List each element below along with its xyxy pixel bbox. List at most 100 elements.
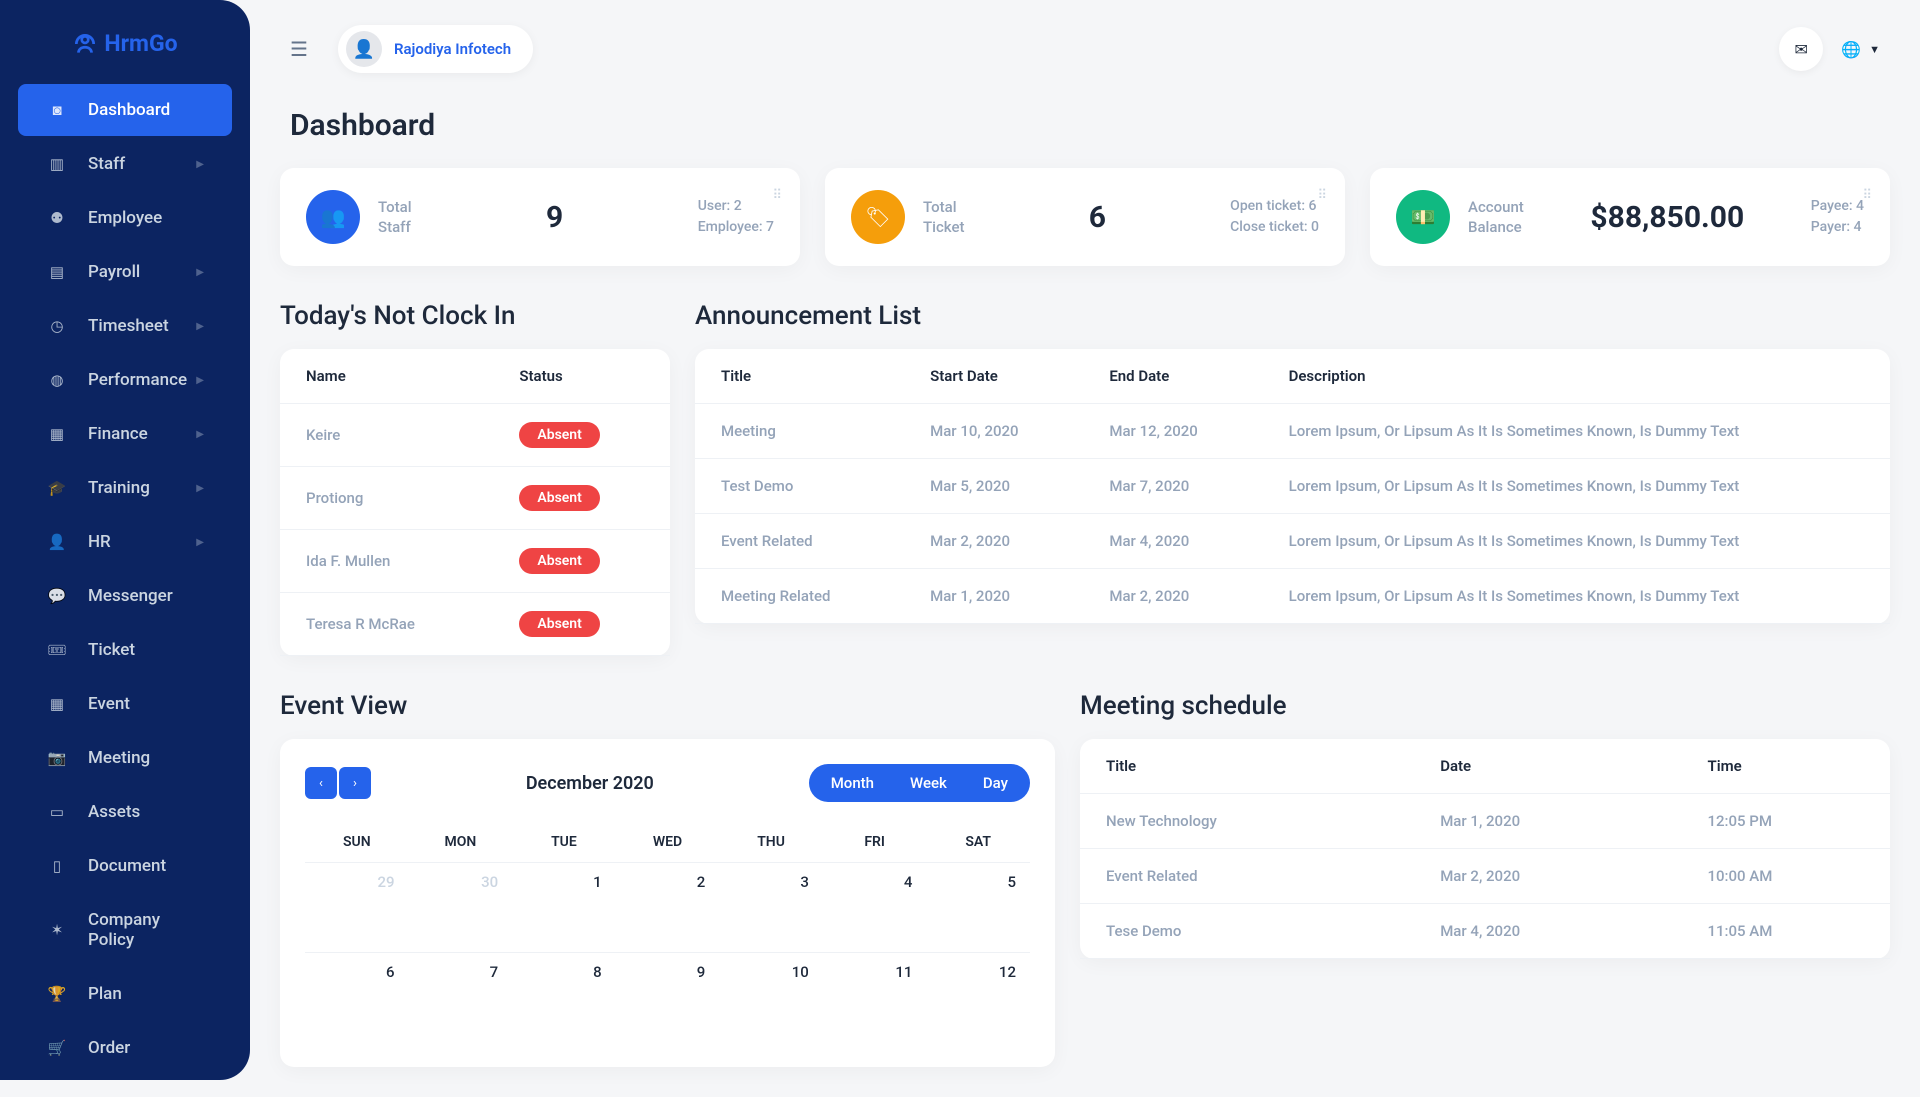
status-badge: Absent (519, 548, 599, 574)
sidebar-item-ticket[interactable]: 🎟Ticket (18, 624, 232, 676)
sidebar-item-company-policy[interactable]: ✶Company Policy (18, 894, 232, 966)
sidebar-item-assets[interactable]: ▭Assets (18, 786, 232, 838)
calendar-cell[interactable]: 3 (719, 862, 823, 952)
table-row: Teresa R McRaeAbsent (280, 593, 670, 656)
sidebar-item-finance[interactable]: ▦Finance▶ (18, 408, 232, 460)
meeting-row-time: 11:05 AM (1687, 904, 1890, 959)
calendar-cell[interactable]: 12 (926, 952, 1030, 1042)
table-row: New TechnologyMar 1, 202012:05 PM (1080, 794, 1890, 849)
announce-section-title: Announcement List (695, 301, 1890, 331)
sidebar-item-staff[interactable]: ▥Staff▶ (18, 138, 232, 190)
calendar-cell[interactable]: 8 (512, 952, 616, 1042)
sidebar-item-timesheet[interactable]: ◷Timesheet▶ (18, 300, 232, 352)
user-name: Rajodiya Infotech (394, 40, 511, 58)
calendar-cell[interactable]: 29 (305, 862, 409, 952)
drag-handle-icon[interactable]: ⠿ (772, 188, 782, 203)
calendar-cell[interactable]: 2 (616, 862, 720, 952)
stat-value: 9 (412, 200, 698, 235)
status-badge: Absent (519, 485, 599, 511)
sidebar: HrmGo ◙ Dashboard ▥Staff▶⚉Employee▤Payroll… (0, 0, 250, 1080)
calendar-day-header: MON (409, 822, 513, 862)
table-row: KeireAbsent (280, 404, 670, 467)
event-section-title: Event View (280, 691, 1055, 721)
announce-title: Test Demo (695, 459, 910, 514)
sidebar-item-document[interactable]: ▯Document (18, 840, 232, 892)
announce-end: Mar 12, 2020 (1089, 404, 1268, 459)
announce-start: Mar 10, 2020 (910, 404, 1089, 459)
nav-icon: ▭ (46, 803, 68, 821)
brand-logo[interactable]: HrmGo (0, 0, 250, 82)
calendar-cell[interactable]: 6 (305, 952, 409, 1042)
nav-icon: 🏆 (46, 985, 68, 1003)
announce-desc: Lorem Ipsum, Or Lipsum As It Is Sometime… (1269, 459, 1890, 514)
drag-handle-icon[interactable]: ⠿ (1862, 188, 1872, 203)
announce-h-end: End Date (1089, 349, 1268, 404)
clock-card: Name Status KeireAbsentProtiongAbsentIda… (280, 349, 670, 656)
sidebar-item-hr[interactable]: 👤HR▶ (18, 516, 232, 568)
clock-status: Absent (499, 467, 670, 530)
calendar-view-day[interactable]: Day (965, 770, 1026, 796)
sidebar-item-plan[interactable]: 🏆Plan (18, 968, 232, 1020)
announce-title: Meeting Related (695, 569, 910, 624)
nav-icon: ▦ (46, 425, 68, 443)
calendar-next-button[interactable]: › (339, 767, 371, 799)
status-badge: Absent (519, 422, 599, 448)
language-toggle[interactable]: 🌐 ▼ (1841, 40, 1880, 59)
announce-end: Mar 4, 2020 (1089, 514, 1268, 569)
calendar-prev-button[interactable]: ‹ (305, 767, 337, 799)
meeting-row-time: 12:05 PM (1687, 794, 1890, 849)
calendar-cell[interactable]: 1 (512, 862, 616, 952)
stat-card: ⠿ 🏷 TotalTicket 6 Open ticket: 6Close ti… (825, 168, 1345, 266)
calendar-day-header: SUN (305, 822, 409, 862)
calendar-cell[interactable]: 11 (823, 952, 927, 1042)
sidebar-item-messenger[interactable]: 💬Messenger (18, 570, 232, 622)
drag-handle-icon[interactable]: ⠿ (1317, 188, 1327, 203)
sidebar-item-order[interactable]: 🛒Order (18, 1022, 232, 1074)
calendar-cell[interactable]: 30 (409, 862, 513, 952)
mail-icon[interactable]: ✉ (1779, 27, 1823, 71)
table-row: ProtiongAbsent (280, 467, 670, 530)
sidebar-item-performance[interactable]: ◍Performance▶ (18, 354, 232, 406)
table-row: MeetingMar 10, 2020Mar 12, 2020Lorem Ips… (695, 404, 1890, 459)
stat-card: ⠿ 💵 AccountBalance $88,850.00 Payee: 4Pa… (1370, 168, 1890, 266)
menu-toggle-icon[interactable]: ☰ (290, 37, 308, 61)
announce-desc: Lorem Ipsum, Or Lipsum As It Is Sometime… (1269, 569, 1890, 624)
stat-label: TotalStaff (378, 197, 412, 238)
chevron-right-icon: ▶ (196, 267, 204, 278)
nav-icon: ◙ (46, 101, 68, 119)
calendar-cell[interactable]: 7 (409, 952, 513, 1042)
nav-icon: 🎓 (46, 479, 68, 497)
stat-card: ⠿ 👥 TotalStaff 9 User: 2Employee: 7 (280, 168, 800, 266)
chevron-right-icon: ▶ (196, 159, 204, 170)
calendar-day-header: TUE (512, 822, 616, 862)
sidebar-item-event[interactable]: ▦Event (18, 678, 232, 730)
sidebar-item-payroll[interactable]: ▤Payroll▶ (18, 246, 232, 298)
calendar-cell[interactable]: 9 (616, 952, 720, 1042)
announce-h-start: Start Date (910, 349, 1089, 404)
calendar-view-week[interactable]: Week (892, 770, 965, 796)
calendar-day-header: THU (719, 822, 823, 862)
clock-name: Ida F. Mullen (280, 530, 499, 593)
nav-label: Staff (88, 154, 196, 174)
calendar-view-month[interactable]: Month (813, 770, 892, 796)
calendar-cell[interactable]: 4 (823, 862, 927, 952)
sidebar-item-training[interactable]: 🎓Training▶ (18, 462, 232, 514)
nav-icon: ◷ (46, 317, 68, 335)
sidebar-item-employee[interactable]: ⚉Employee (18, 192, 232, 244)
calendar-cell[interactable]: 10 (719, 952, 823, 1042)
nav-label: Dashboard (88, 100, 204, 120)
calendar-month-title: December 2020 (371, 773, 809, 794)
page-title: Dashboard (290, 108, 1880, 143)
user-chip[interactable]: 👤 Rajodiya Infotech (338, 25, 533, 73)
sidebar-item-report[interactable]: ≡Report▶ (18, 1076, 232, 1080)
stat-icon: 💵 (1396, 190, 1450, 244)
meeting-h-time: Time (1687, 739, 1890, 794)
announce-title: Event Related (695, 514, 910, 569)
sidebar-item-meeting[interactable]: 📷Meeting (18, 732, 232, 784)
sidebar-item-dashboard[interactable]: ◙ Dashboard (18, 84, 232, 136)
nav-icon: ▦ (46, 695, 68, 713)
clock-status: Absent (499, 530, 670, 593)
calendar-cell[interactable]: 5 (926, 862, 1030, 952)
clock-header-status: Status (499, 349, 670, 404)
avatar-icon: 👤 (346, 31, 382, 67)
